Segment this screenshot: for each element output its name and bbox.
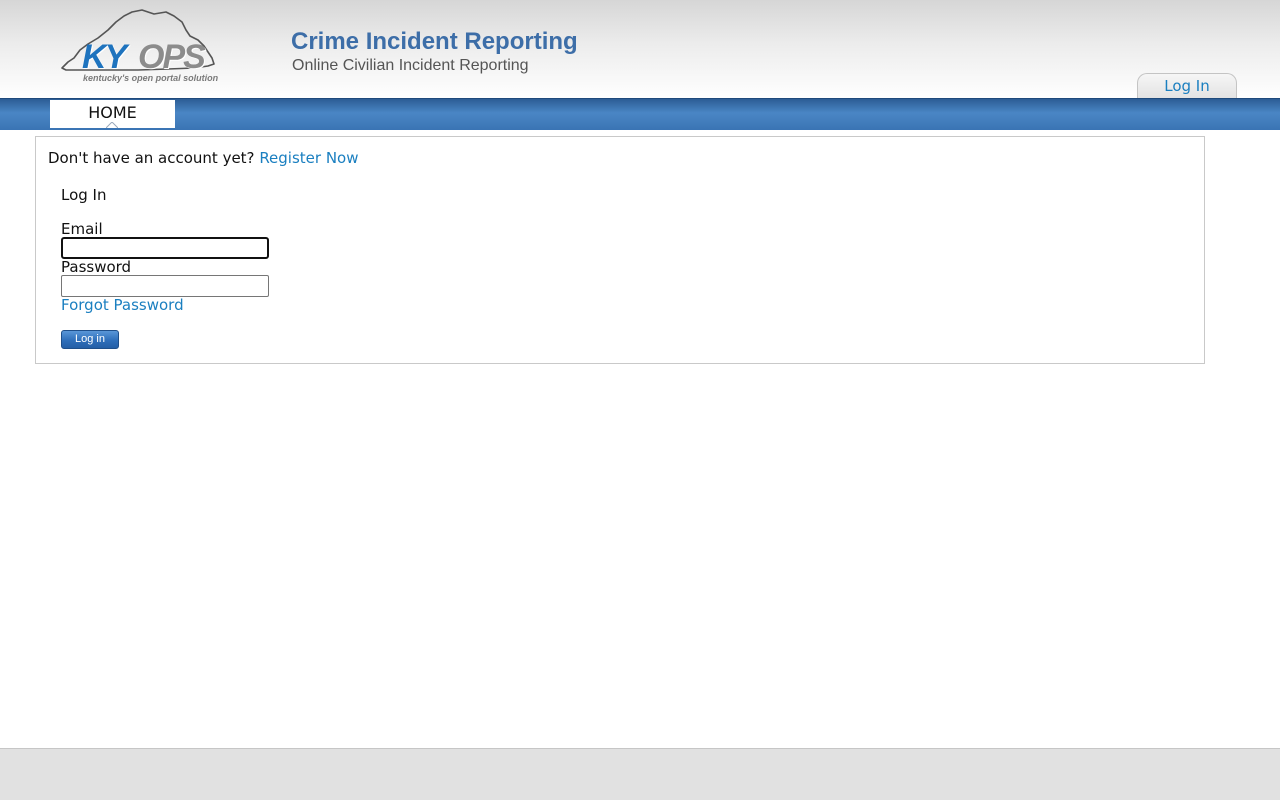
email-label: Email [61,220,103,238]
active-tab-caret-icon [106,122,118,128]
login-heading: Log In [61,186,107,204]
password-input[interactable] [61,275,269,297]
register-prompt: Don't have an account yet? [48,149,255,167]
page-footer [0,748,1280,800]
password-label: Password [61,258,132,276]
app-window: KY OPS kentucky's open portal solution C… [0,0,1280,800]
logo-ky-text: KY [82,38,127,76]
register-now-link[interactable]: Register Now [259,149,358,167]
nav-tab-home[interactable]: HOME [50,100,175,128]
nav-tab-home-label: HOME [88,103,137,122]
login-panel: Don't have an account yet? Register Now … [35,136,1205,364]
logo-ops-text: OPS [138,38,206,76]
app-subtitle: Online Civilian Incident Reporting [292,57,529,74]
main-nav-bar: HOME [0,98,1280,130]
header-login-tab[interactable]: Log In [1137,73,1237,98]
forgot-password-link[interactable]: Forgot Password [61,296,184,314]
login-button[interactable]: Log in [61,330,119,349]
logo-tagline: kentucky's open portal solution [83,73,219,83]
kyops-logo[interactable]: KY OPS kentucky's open portal solution [58,6,228,90]
email-input[interactable] [61,237,269,259]
app-title: Crime Incident Reporting [291,28,578,55]
site-header: KY OPS kentucky's open portal solution C… [0,0,1280,98]
register-row: Don't have an account yet? Register Now [48,149,359,167]
